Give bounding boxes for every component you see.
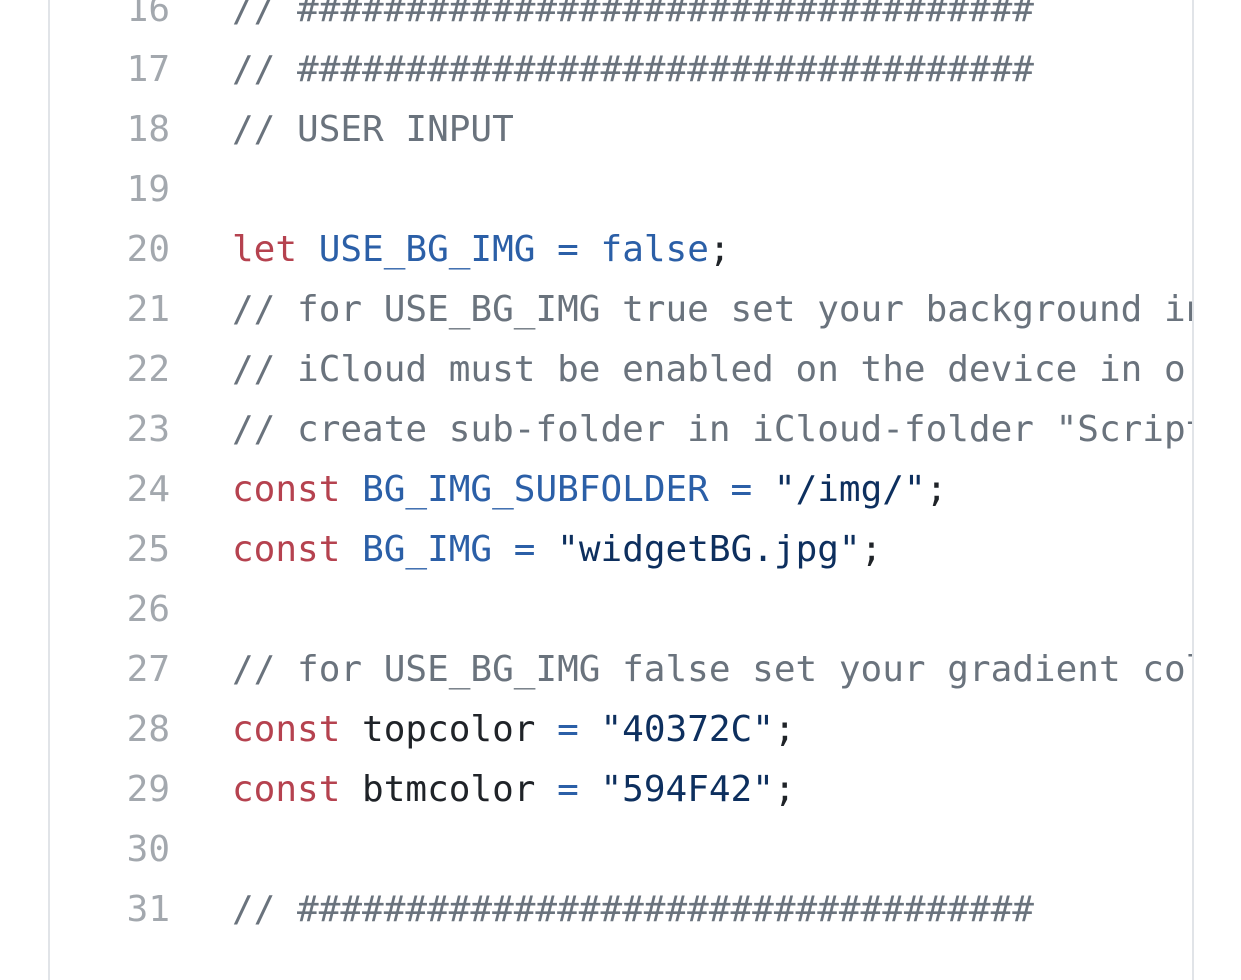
code-token-comment: // ################################## [232, 49, 1034, 90]
code-token-comment: // for USE_BG_IMG true set your backgrou… [232, 289, 1194, 330]
line-code: // iCloud must be enabled on the device … [232, 340, 1194, 400]
code-token-op: = [557, 229, 579, 270]
code-token-string: "594F42" [600, 769, 774, 810]
code-token-plain: topcolor [340, 709, 558, 750]
line-code: // ################################## [232, 880, 1034, 940]
line-number[interactable]: 28 [50, 700, 170, 760]
code-line: 22 // iCloud must be enabled on the devic… [50, 340, 1192, 400]
code-line: 20 let USE_BG_IMG = false; [50, 220, 1192, 280]
line-number[interactable]: 24 [50, 460, 170, 520]
code-line: 24 const BG_IMG_SUBFOLDER = "/img/"; [50, 460, 1192, 520]
line-code: // USER INPUT [232, 100, 514, 160]
code-line: 26 [50, 580, 1192, 640]
code-token-comment: // USER INPUT [232, 109, 514, 150]
line-number[interactable]: 29 [50, 760, 170, 820]
code-token-string: "widgetBG.jpg" [557, 529, 861, 570]
line-number[interactable]: 31 [50, 880, 170, 940]
line-code: // create sub-folder in iCloud-folder "S… [232, 400, 1194, 460]
code-token-plain: ; [860, 529, 883, 570]
line-number[interactable]: 16 [50, 0, 170, 40]
code-token-ident: USE_BG_IMG [318, 229, 536, 270]
line-code: // for USE_BG_IMG false set your gradien… [232, 640, 1194, 700]
code-token-plain: ; [773, 709, 796, 750]
code-token-comment: // ################################## [232, 889, 1034, 930]
code-line: 21 // for USE_BG_IMG true set your backgr… [50, 280, 1192, 340]
code-token-plain: btmcolor [340, 769, 558, 810]
code-token-op: = [557, 769, 579, 810]
code-line: 30 [50, 820, 1192, 880]
code-token-keyword: const [232, 529, 341, 570]
line-number[interactable]: 18 [50, 100, 170, 160]
code-line: 18 // USER INPUT [50, 100, 1192, 160]
code-token-keyword: let [232, 229, 298, 270]
line-number[interactable]: 19 [50, 160, 170, 220]
code-token-plain: ; [773, 769, 796, 810]
code-line: 23 // create sub-folder in iCloud-folder … [50, 400, 1192, 460]
line-number[interactable]: 30 [50, 820, 170, 880]
code-token-op: = [513, 529, 536, 570]
line-number[interactable]: 26 [50, 580, 170, 640]
code-token-string: "/img/" [773, 469, 926, 510]
code-line: 17 // ################################## [50, 40, 1192, 100]
line-number[interactable]: 21 [50, 280, 170, 340]
line-code: // ################################## [232, 0, 1034, 40]
code-token-comment: // create sub-folder in iCloud-folder "S… [232, 409, 1194, 450]
code-token-comment: // iCloud must be enabled on the device … [232, 349, 1194, 390]
code-token-ident: BG_IMG [362, 529, 493, 570]
code-line: 31 // ################################## [50, 880, 1192, 940]
code-token-keyword: const [232, 769, 341, 810]
code-token-comment: // for USE_BG_IMG false set your gradien… [232, 649, 1194, 690]
code-token-keyword: const [232, 709, 341, 750]
code-viewer: 16// ################################## 1… [48, 0, 1194, 980]
code-token-comment: // ################################## [232, 0, 1034, 30]
code-token-plain: ; [708, 229, 731, 270]
code-token-op: = [730, 469, 753, 510]
line-code: // for USE_BG_IMG true set your backgrou… [232, 280, 1194, 340]
line-number[interactable]: 27 [50, 640, 170, 700]
code-line: 16 // ################################## [50, 0, 1192, 40]
line-number[interactable]: 20 [50, 220, 170, 280]
line-code: let USE_BG_IMG = false; [232, 220, 731, 280]
code-token-ident: BG_IMG_SUBFOLDER [362, 469, 709, 510]
code-line: 19 [50, 160, 1192, 220]
line-code: const BG_IMG_SUBFOLDER = "/img/"; [232, 460, 947, 520]
code-token-plain: ; [925, 469, 948, 510]
code-token-op: = [557, 709, 579, 750]
code-line: 25 const BG_IMG = "widgetBG.jpg"; [50, 520, 1192, 580]
line-code: // ################################## [232, 40, 1034, 100]
line-number[interactable]: 23 [50, 400, 170, 460]
code-line: 28 const topcolor = "40372C"; [50, 700, 1192, 760]
line-number[interactable]: 25 [50, 520, 170, 580]
line-number[interactable]: 17 [50, 40, 170, 100]
line-number[interactable]: 22 [50, 340, 170, 400]
code-line: 27 // for USE_BG_IMG false set your gradi… [50, 640, 1192, 700]
code-token-ident: false [600, 229, 709, 270]
line-code: const BG_IMG = "widgetBG.jpg"; [232, 520, 882, 580]
code-token-string: "40372C" [600, 709, 774, 750]
line-code: const topcolor = "40372C"; [232, 700, 796, 760]
line-code: const btmcolor = "594F42"; [232, 760, 796, 820]
code-token-keyword: const [232, 469, 341, 510]
code-line: 29 const btmcolor = "594F42"; [50, 760, 1192, 820]
